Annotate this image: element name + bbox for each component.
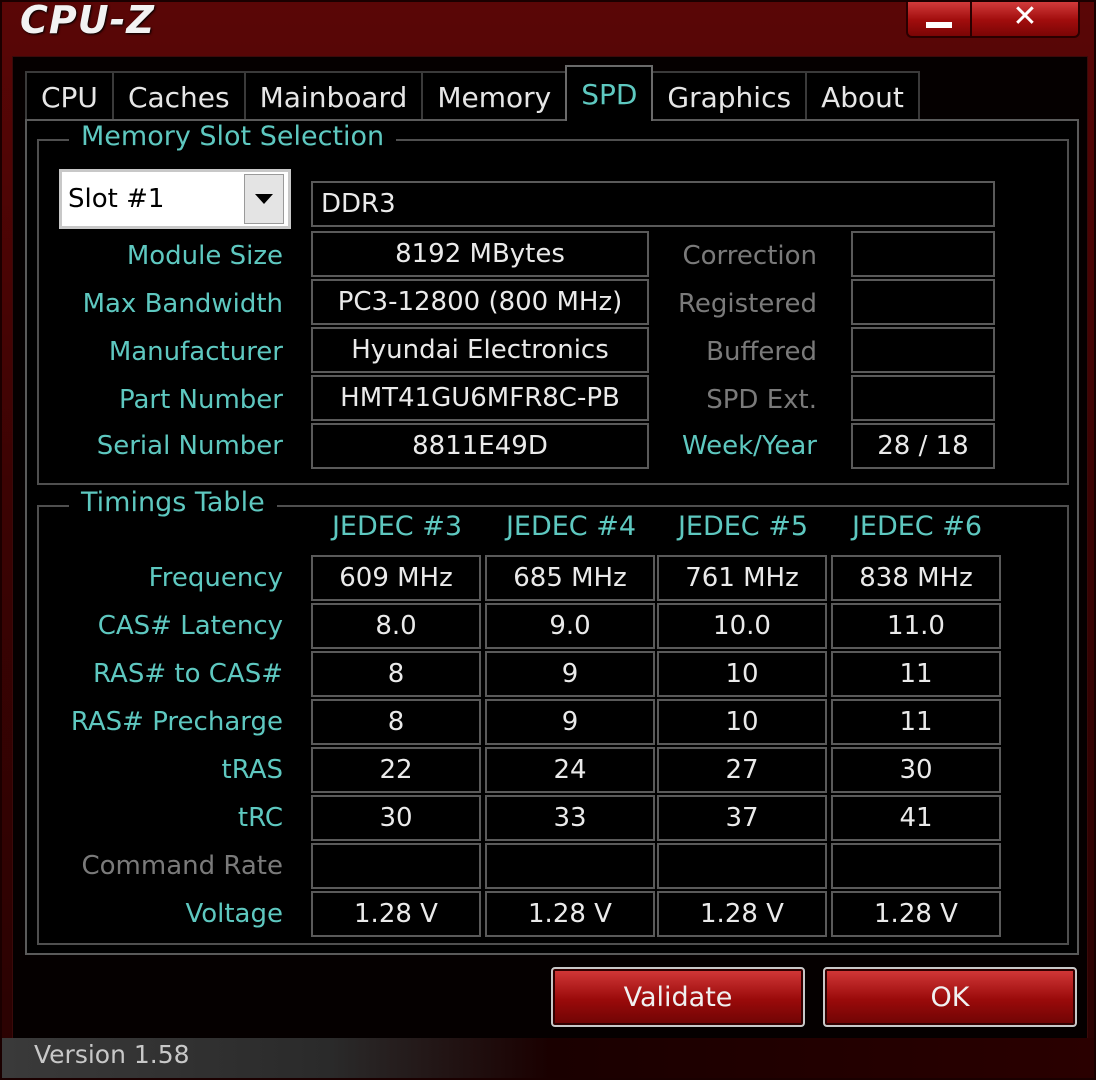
timings-row-label: tRAS <box>221 755 284 785</box>
timings-column-header: JEDEC #5 <box>677 511 809 542</box>
ok-button[interactable]: OK <box>823 967 1077 1027</box>
week-year-label: Week/Year <box>681 431 817 461</box>
tab-graphics[interactable]: Graphics <box>651 71 808 121</box>
timings-cell: 30 <box>831 747 1001 793</box>
slot-dropdown-value: Slot #1 <box>68 184 165 214</box>
timings-cell: 37 <box>657 795 827 841</box>
minimize-button[interactable] <box>906 2 970 38</box>
client-area: CPU Caches Mainboard Memory SPD Graphics About… <box>12 56 1088 1040</box>
timings-cell: 11 <box>831 699 1001 745</box>
tab-caches[interactable]: Caches <box>111 71 246 121</box>
memory-slot-group-title: Memory Slot Selection <box>69 121 397 152</box>
tab-cpu[interactable]: CPU <box>25 71 114 121</box>
minimize-icon <box>926 22 952 28</box>
tab-memory[interactable]: Memory <box>421 71 568 121</box>
timings-table-group: Timings Table JEDEC #3 JEDEC #4 JEDEC #5 JE… <box>37 487 1069 945</box>
cpuz-window: CPU-Z ✕ CPU Caches Mainboard Memory SPD Graph… <box>0 0 1096 1080</box>
timings-cell: 10 <box>657 699 827 745</box>
timings-row-label: Frequency <box>148 563 283 593</box>
buffered-label: Buffered <box>706 337 817 367</box>
timings-cell: 8.0 <box>311 603 481 649</box>
timings-cell: 30 <box>311 795 481 841</box>
timings-cell: 685 MHz <box>485 555 655 601</box>
timings-cell <box>485 843 655 889</box>
timings-cell: 41 <box>831 795 1001 841</box>
validate-button[interactable]: Validate <box>551 967 805 1027</box>
registered-value <box>851 279 995 325</box>
module-size-value: 8192 MBytes <box>311 231 649 277</box>
timings-cell: 9 <box>485 651 655 697</box>
timings-cell: 9 <box>485 699 655 745</box>
manufacturer-value: Hyundai Electronics <box>311 327 649 373</box>
timings-cell: 609 MHz <box>311 555 481 601</box>
timings-cell: 1.28 V <box>831 891 1001 937</box>
serial-number-value: 8811E49D <box>311 423 649 469</box>
timings-cell: 10.0 <box>657 603 827 649</box>
spd-panel: Memory Slot Selection Slot #1 DDR3 Modul… <box>25 119 1079 955</box>
part-number-value: HMT41GU6MFR8C-PB <box>311 375 649 421</box>
tab-mainboard[interactable]: Mainboard <box>243 71 424 121</box>
part-number-label: Part Number <box>118 385 283 415</box>
timings-cell: 33 <box>485 795 655 841</box>
module-size-label: Module Size <box>126 241 283 271</box>
close-icon: ✕ <box>1012 0 1038 34</box>
window-controls: ✕ <box>906 0 1080 38</box>
timings-row-label: RAS# to CAS# <box>93 659 283 689</box>
timings-cell: 10 <box>657 651 827 697</box>
timings-cell: 838 MHz <box>831 555 1001 601</box>
timings-column-header: JEDEC #4 <box>505 511 637 542</box>
dropdown-arrow-button[interactable] <box>244 174 284 224</box>
timings-cell: 761 MHz <box>657 555 827 601</box>
memory-slot-group: Memory Slot Selection Slot #1 DDR3 Modul… <box>37 121 1069 485</box>
timings-cell: 27 <box>657 747 827 793</box>
timings-cell: 1.28 V <box>657 891 827 937</box>
timings-cell: 24 <box>485 747 655 793</box>
timings-row-label: tRC <box>237 803 283 833</box>
week-year-value: 28 / 18 <box>851 423 995 469</box>
memory-type-field: DDR3 <box>311 181 995 227</box>
manufacturer-label: Manufacturer <box>108 337 283 367</box>
timings-column-header: JEDEC #6 <box>851 511 983 542</box>
spd-ext-label: SPD Ext. <box>706 385 817 415</box>
timings-row-label: Voltage <box>185 899 283 929</box>
timings-cell: 8 <box>311 699 481 745</box>
serial-number-label: Serial Number <box>96 431 283 461</box>
slot-dropdown[interactable]: Slot #1 <box>59 169 291 229</box>
timings-row-label: Command Rate <box>81 851 283 881</box>
tab-about[interactable]: About <box>805 71 920 121</box>
timings-cell: 1.28 V <box>311 891 481 937</box>
timings-cell <box>311 843 481 889</box>
timings-cell: 11 <box>831 651 1001 697</box>
spd-ext-value <box>851 375 995 421</box>
timings-cell: 9.0 <box>485 603 655 649</box>
timings-cell <box>657 843 827 889</box>
timings-cell <box>831 843 1001 889</box>
registered-label: Registered <box>678 289 817 319</box>
status-bar: Version 1.58 <box>2 1038 1094 1078</box>
version-label: Version 1.58 <box>34 1040 190 1069</box>
timings-column-header: JEDEC #3 <box>331 511 463 542</box>
correction-label: Correction <box>682 241 817 271</box>
timings-row-label: CAS# Latency <box>97 611 283 641</box>
timings-cell: 1.28 V <box>485 891 655 937</box>
timings-cell: 22 <box>311 747 481 793</box>
close-button[interactable]: ✕ <box>970 0 1080 38</box>
timings-cell: 8 <box>311 651 481 697</box>
max-bandwidth-label: Max Bandwidth <box>82 289 283 319</box>
timings-table-group-title: Timings Table <box>69 487 277 518</box>
window-title: CPU-Z <box>20 0 155 42</box>
timings-row-label: RAS# Precharge <box>70 707 283 737</box>
chevron-down-icon <box>255 194 273 204</box>
correction-value <box>851 231 995 277</box>
timings-cell: 11.0 <box>831 603 1001 649</box>
tab-spd[interactable]: SPD <box>565 65 654 121</box>
tab-bar: CPU Caches Mainboard Memory SPD Graphics About <box>25 65 920 121</box>
max-bandwidth-value: PC3-12800 (800 MHz) <box>311 279 649 325</box>
buffered-value <box>851 327 995 373</box>
